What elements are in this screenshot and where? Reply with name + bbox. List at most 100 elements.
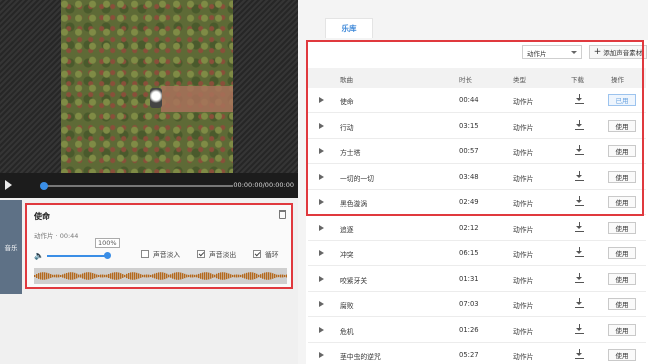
play-icon[interactable] [319, 97, 324, 103]
track-duration: 03:15 [459, 121, 479, 130]
download-icon[interactable] [575, 323, 584, 335]
download-icon[interactable] [575, 221, 584, 233]
progress-thumb[interactable] [40, 182, 48, 190]
track-title: 行动 [340, 123, 354, 132]
table-row[interactable]: 使命 00:44 动作片 已用 [308, 88, 646, 113]
table-row[interactable]: 腐败 07:03 动作片 使用 [308, 292, 646, 317]
track-type: 动作片 [513, 149, 534, 157]
download-icon[interactable] [575, 272, 584, 284]
track-type: 动作片 [513, 302, 534, 310]
col-download: 下载 [571, 76, 584, 84]
table-row[interactable]: 咬紧牙关 01:31 动作片 使用 [308, 267, 646, 292]
use-button[interactable]: 已用 [608, 94, 636, 106]
table-row[interactable]: 一切的一切 03:48 动作片 使用 [308, 165, 646, 190]
track-type: 动作片 [513, 225, 534, 234]
use-button[interactable]: 使用 [608, 145, 636, 157]
play-icon[interactable] [319, 250, 324, 256]
col-action: 操作 [611, 76, 624, 84]
volume-percent: 100% [95, 238, 120, 248]
use-button[interactable]: 使用 [608, 349, 636, 361]
play-icon[interactable] [319, 352, 324, 358]
track-duration: 01:31 [459, 274, 479, 283]
play-icon[interactable] [319, 275, 324, 282]
track-duration: 00:57 [459, 147, 479, 155]
play-icon[interactable] [319, 122, 324, 129]
download-icon[interactable] [575, 247, 584, 258]
table-row[interactable]: 危机 01:26 动作片 使用 [308, 318, 646, 343]
track-duration: 01:26 [459, 325, 479, 334]
track-title: 茎中虫的逆咒 [340, 353, 381, 361]
track-type: 动作片 [513, 123, 534, 132]
preview-panel: 00:00:00/00:00:00 音乐 使命 动作片 · 00:44 100%… [0, 0, 298, 364]
music-library-panel: 乐库 动作片 + 添加声音素材 歌曲 时长 类型 下载 操作 使命 00:44 动作… [298, 0, 648, 364]
video-path-strip [161, 86, 233, 112]
table-header: 歌曲 时长 类型 下载 操作 [308, 68, 646, 88]
table-row[interactable]: 行动 03:15 动作片 使用 [308, 114, 646, 139]
time-display: 00:00:00/00:00:00 [233, 181, 294, 189]
fade-out-checkbox[interactable] [197, 250, 205, 258]
progress-bar[interactable] [40, 182, 233, 190]
track-type: 动作片 [513, 353, 534, 361]
use-button[interactable]: 使用 [608, 170, 636, 183]
add-sound-label: 添加声音素材 [603, 49, 643, 57]
play-icon[interactable] [5, 180, 12, 190]
track-title: 冲突 [340, 251, 354, 259]
table-row[interactable]: 黑色漩涡 02:49 动作片 使用 [308, 190, 646, 215]
use-button[interactable]: 使用 [608, 298, 636, 310]
table-row[interactable]: 方士塔 00:57 动作片 使用 [308, 139, 646, 164]
table-row[interactable]: 冲突 06:15 动作片 使用 [308, 241, 646, 266]
use-button[interactable]: 使用 [608, 196, 636, 208]
play-icon[interactable] [319, 148, 324, 154]
loop-option[interactable]: 循环 [253, 249, 279, 259]
play-icon[interactable] [319, 199, 324, 205]
music-track-label[interactable]: 音乐 [0, 200, 22, 294]
use-button[interactable]: 使用 [608, 119, 636, 132]
download-icon[interactable] [575, 119, 584, 131]
volume-fill [47, 255, 107, 257]
download-icon[interactable] [575, 196, 584, 207]
track-duration: 07:03 [459, 300, 479, 308]
fade-out-label: 声音淡出 [209, 251, 237, 259]
category-dropdown[interactable]: 动作片 [522, 45, 582, 59]
tab-music-library[interactable]: 乐库 [325, 18, 373, 38]
table-row[interactable]: 茎中虫的逆咒 05:27 动作片 使用 [308, 343, 646, 364]
loop-label: 循环 [265, 251, 279, 259]
play-icon[interactable] [319, 326, 324, 333]
music-clip-card: 使命 动作片 · 00:44 100% 🔈 声音淡入 声音淡出 循环 [25, 203, 293, 289]
download-icon[interactable] [575, 349, 584, 360]
player-controls: 00:00:00/00:00:00 [0, 173, 298, 198]
trash-icon[interactable] [279, 210, 286, 219]
download-icon[interactable] [575, 170, 584, 182]
track-type: 动作片 [513, 98, 534, 106]
use-button[interactable]: 使用 [608, 221, 636, 234]
table-row[interactable]: 追逐 02:12 动作片 使用 [308, 216, 646, 241]
track-title: 咬紧牙关 [340, 276, 368, 285]
add-sound-button[interactable]: + 添加声音素材 [589, 45, 647, 59]
loop-checkbox[interactable] [253, 250, 261, 258]
play-icon[interactable] [319, 224, 324, 231]
volume-slider[interactable] [47, 252, 111, 259]
play-icon[interactable] [319, 173, 324, 180]
speaker-icon[interactable]: 🔈 [34, 251, 44, 260]
track-duration: 02:49 [459, 198, 479, 206]
col-type: 类型 [513, 76, 526, 84]
download-icon[interactable] [575, 145, 584, 156]
category-value: 动作片 [527, 50, 547, 58]
download-icon[interactable] [575, 94, 584, 105]
track-title: 方士塔 [340, 149, 361, 157]
col-title: 歌曲 [340, 76, 353, 84]
fade-in-option[interactable]: 声音淡入 [141, 249, 180, 259]
use-button[interactable]: 使用 [608, 323, 636, 336]
use-button[interactable]: 使用 [608, 272, 636, 285]
track-duration: 03:48 [459, 172, 479, 181]
track-title: 追逐 [340, 225, 354, 234]
play-icon[interactable] [319, 301, 324, 307]
video-preview [0, 0, 298, 173]
fade-in-label: 声音淡入 [153, 251, 181, 259]
waveform [34, 268, 287, 284]
volume-thumb[interactable] [104, 252, 111, 259]
fade-in-checkbox[interactable] [141, 250, 149, 258]
download-icon[interactable] [575, 298, 584, 309]
use-button[interactable]: 使用 [608, 247, 636, 259]
fade-out-option[interactable]: 声音淡出 [197, 249, 236, 259]
